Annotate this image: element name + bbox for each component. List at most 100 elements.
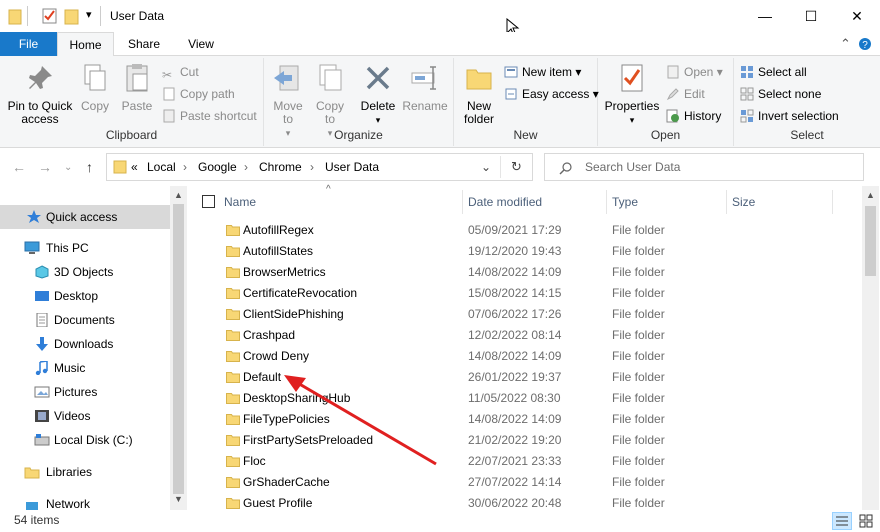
select-all-button[interactable]: Select all — [740, 62, 807, 82]
file-list-scrollbar-thumb[interactable] — [865, 206, 876, 276]
rename-icon — [411, 66, 436, 90]
paste-label: Paste — [121, 99, 153, 113]
copy-to-icon — [319, 64, 342, 91]
videos-icon — [35, 410, 49, 422]
delete-label: Delete — [360, 99, 396, 113]
invert-selection-button[interactable]: Invert selection — [740, 106, 839, 126]
refresh-icon[interactable]: ↻ — [511, 159, 522, 175]
tab-share[interactable]: Share — [118, 32, 170, 56]
scroll-up-icon[interactable]: ▲ — [866, 190, 875, 200]
scissors-icon: ✂ — [162, 68, 173, 82]
nav-item-music[interactable]: Music — [0, 356, 170, 380]
pictures-icon — [34, 386, 50, 398]
new-item-button[interactable]: New item ▾ — [504, 62, 581, 82]
3d-objects-icon — [35, 265, 49, 279]
address-bar[interactable]: « Local › Google › Chrome › User Data ⌄ … — [106, 153, 533, 181]
downloads-icon — [36, 337, 48, 351]
navigation-pane: Quick access This PC 3D Objects Desktop … — [0, 186, 187, 510]
properties-label: Properties — [604, 99, 660, 113]
breadcrumb-google[interactable]: Google — [198, 160, 237, 174]
select-all-icon — [741, 66, 753, 78]
nav-item-pictures[interactable]: Pictures — [0, 380, 170, 404]
easy-access-icon — [505, 88, 517, 100]
close-button[interactable]: ✕ — [834, 0, 880, 32]
disk-icon — [34, 434, 50, 446]
tab-view[interactable]: View — [176, 32, 226, 56]
nav-scrollbar-thumb[interactable] — [173, 204, 184, 494]
maximize-icon: ☐ — [804, 7, 818, 24]
new-folder-button[interactable]: New folder — [458, 62, 500, 126]
paste-icon — [126, 64, 148, 92]
new-folder-quick-icon[interactable] — [64, 7, 80, 25]
breadcrumb-separator-icon[interactable]: › — [310, 160, 314, 174]
nav-item-downloads[interactable]: Downloads — [0, 332, 170, 356]
properties-button[interactable]: Properties ▾ — [604, 62, 660, 127]
nav-item-libraries[interactable]: Libraries — [0, 460, 170, 484]
nav-scrollbar[interactable]: ▲ ▼ — [170, 186, 187, 510]
maximize-button[interactable]: ☐ — [788, 0, 834, 32]
history-button[interactable]: History — [666, 106, 721, 126]
file-list-scrollbar[interactable]: ▲ — [862, 186, 879, 510]
breadcrumb-local[interactable]: Local — [147, 160, 176, 174]
dropdown-arrow-icon: ▾ — [629, 115, 635, 125]
select-none-button[interactable]: Select none — [740, 84, 821, 104]
divider — [100, 6, 101, 26]
collapse-ribbon-icon[interactable]: ⌃ — [840, 36, 851, 52]
up-arrow-icon[interactable]: ↑ — [86, 159, 93, 175]
scroll-down-icon[interactable]: ▼ — [174, 494, 183, 504]
edit-button[interactable]: Edit — [666, 84, 705, 104]
nav-item-videos[interactable]: Videos — [0, 404, 170, 428]
open-group: Properties ▾ Open ▾ Edit History Open — [598, 58, 734, 146]
nav-item-quick-access[interactable]: Quick access — [0, 205, 170, 229]
rename-button[interactable]: Rename — [402, 62, 448, 113]
recent-locations-icon[interactable]: ⌄ — [64, 162, 72, 173]
breadcrumb-separator-icon[interactable]: › — [183, 160, 187, 174]
scroll-up-icon[interactable]: ▲ — [174, 190, 183, 200]
help-icon[interactable]: ? — [858, 37, 872, 51]
breadcrumb-user-data[interactable]: User Data — [325, 160, 379, 174]
breadcrumb-separator-icon[interactable]: › — [244, 160, 248, 174]
quick-access-dropdown[interactable]: ▾ — [86, 8, 92, 21]
address-dropdown-icon[interactable]: ⌄ — [481, 160, 491, 174]
properties-quick-icon[interactable] — [42, 7, 58, 25]
nav-item-network[interactable]: Network — [0, 492, 170, 510]
copy-path-button[interactable]: Copy path — [162, 84, 235, 104]
copy-button[interactable]: Copy — [78, 62, 112, 113]
search-icon — [559, 162, 572, 175]
minimize-button[interactable]: — — [742, 0, 788, 32]
paste-shortcut-button[interactable]: Paste shortcut — [162, 106, 257, 126]
edit-icon — [666, 88, 679, 101]
pin-quick-access-button[interactable]: Pin to Quick access — [4, 62, 76, 126]
nav-item-documents[interactable]: Documents — [0, 308, 170, 332]
rename-label: Rename — [402, 99, 448, 113]
nav-item-desktop[interactable]: Desktop — [0, 284, 170, 308]
paste-button[interactable]: Paste — [118, 62, 156, 113]
clipboard-group: Pin to Quick access Copy Paste ✂ Cut Copy… — [0, 58, 264, 146]
tab-home[interactable]: Home — [57, 32, 114, 57]
organize-group: Move to ▾ Copy to ▾ Delete ▾ Rename Orga… — [264, 58, 454, 146]
forward-arrow-icon[interactable]: → — [38, 159, 52, 175]
svg-text:?: ? — [862, 40, 868, 51]
nav-item-this-pc[interactable]: This PC — [0, 236, 170, 260]
minimize-icon: — — [758, 8, 772, 24]
breadcrumb-chrome[interactable]: Chrome — [259, 160, 302, 174]
nav-item-3d-objects[interactable]: 3D Objects — [0, 260, 170, 284]
nav-item-local-disk[interactable]: Local Disk (C:) — [0, 428, 170, 452]
cut-button[interactable]: ✂ Cut — [162, 62, 199, 82]
tab-file[interactable]: File — [0, 32, 57, 56]
back-arrow-icon[interactable]: ← — [12, 159, 26, 175]
pin-icon — [29, 66, 52, 89]
open-button[interactable]: Open ▾ — [666, 62, 723, 82]
select-none-icon — [740, 87, 754, 101]
copy-label: Copy — [80, 99, 109, 113]
large-icons-view-icon[interactable] — [856, 512, 876, 530]
paste-shortcut-icon — [163, 109, 175, 123]
new-group-label: New — [513, 128, 538, 142]
easy-access-button[interactable]: Easy access ▾ — [504, 84, 599, 104]
breadcrumb-overflow[interactable]: « — [131, 160, 138, 174]
open-group-label: Open — [650, 128, 681, 142]
search-box[interactable]: Search User Data — [544, 153, 864, 181]
delete-button[interactable]: Delete ▾ — [360, 62, 396, 127]
details-view-icon[interactable] — [832, 512, 852, 530]
history-icon — [666, 109, 679, 123]
